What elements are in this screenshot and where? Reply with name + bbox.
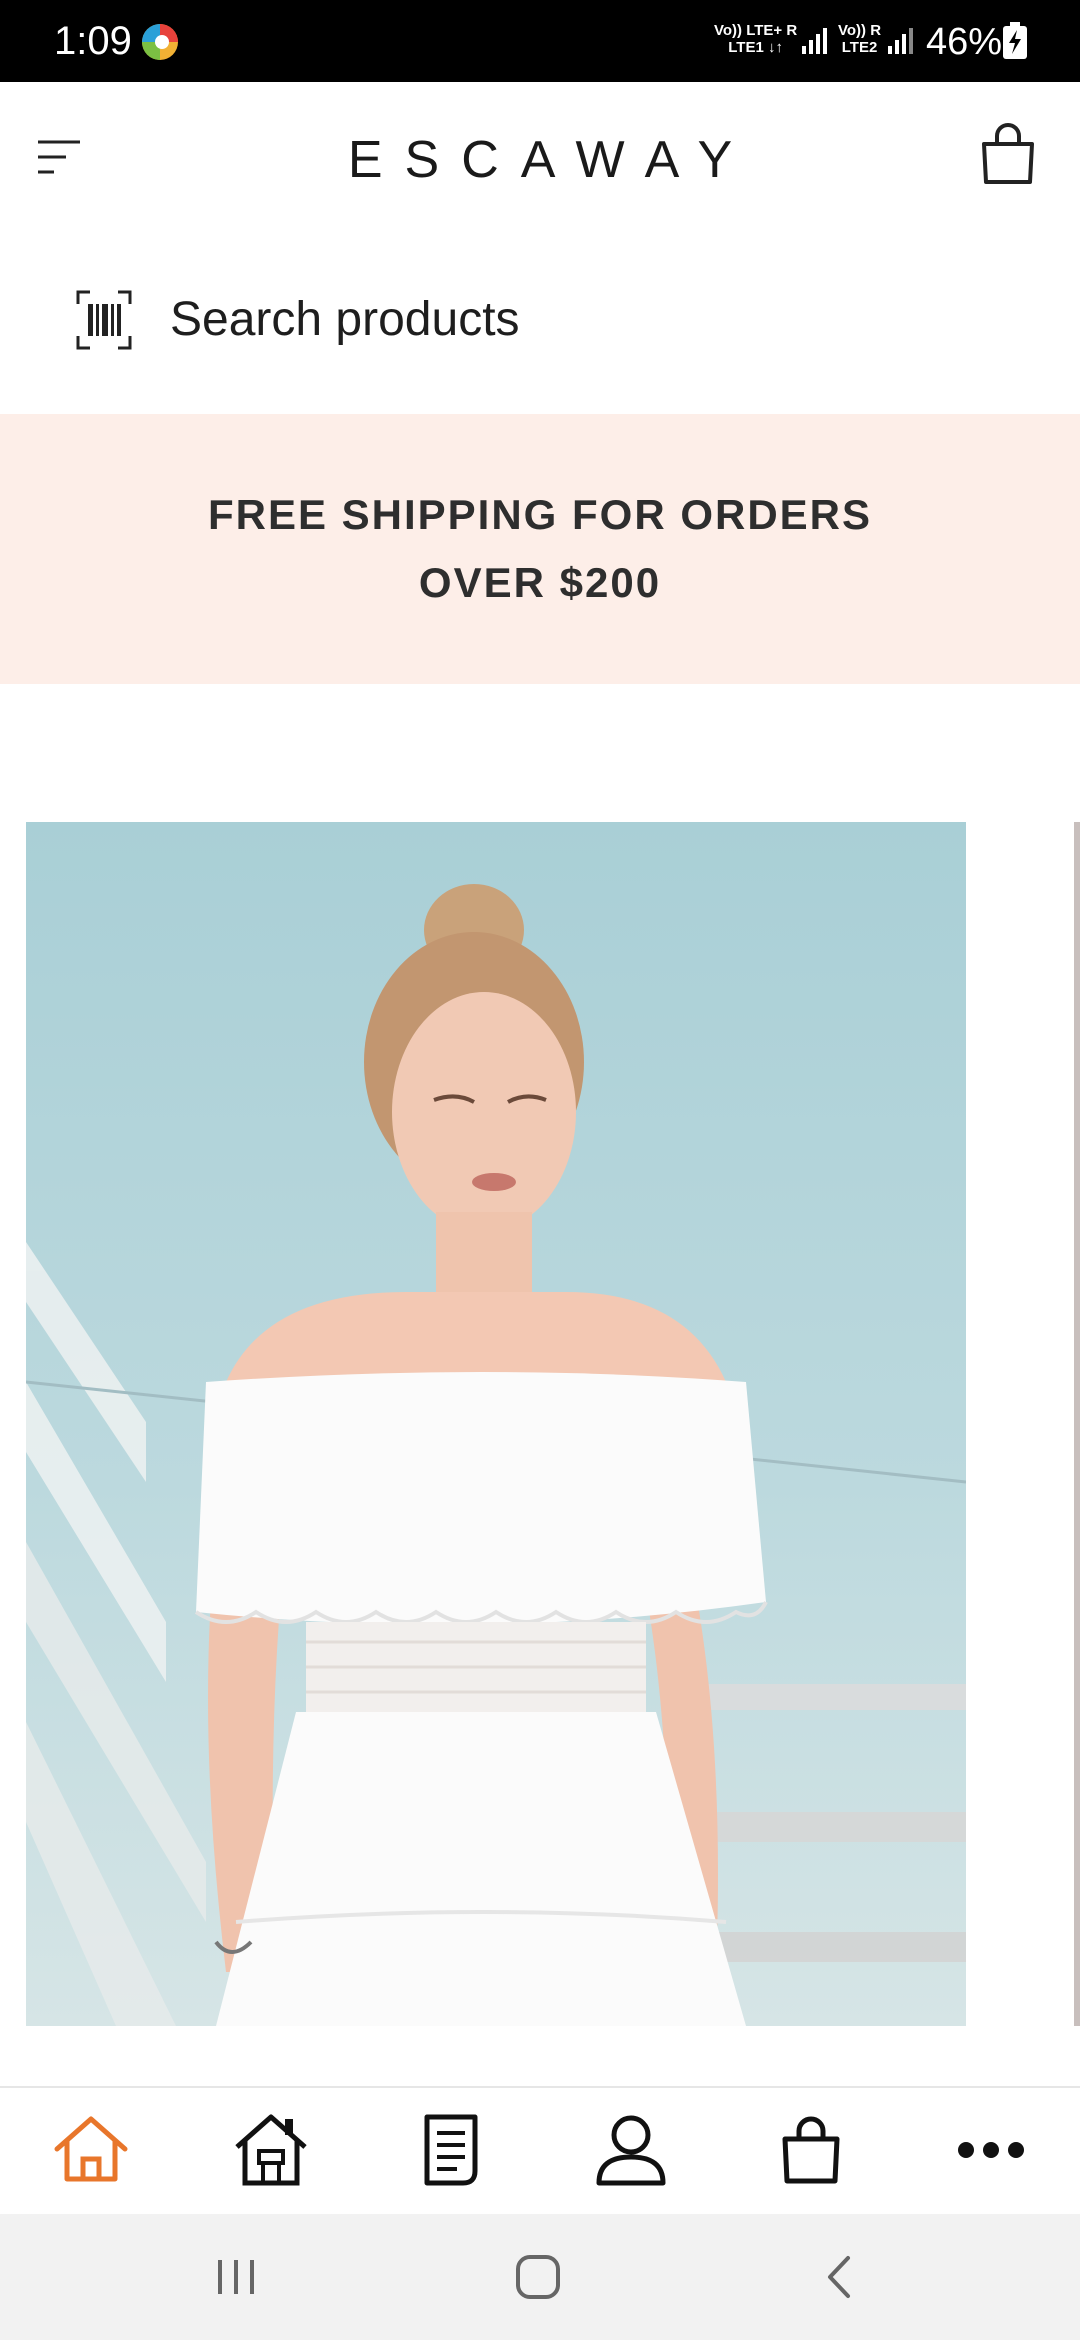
app-notification-icon xyxy=(142,24,178,60)
user-icon xyxy=(596,2115,666,2186)
sim1-top-label: Vo)) LTE+ R xyxy=(714,22,798,39)
signal-bars-icon xyxy=(888,28,913,54)
search-bar[interactable]: Search products xyxy=(0,262,1080,382)
promo-banner[interactable]: FREE SHIPPING FOR ORDERS OVER $200 xyxy=(0,414,1080,684)
sim2-bottom-label: LTE2 xyxy=(841,39,878,56)
promo-text: FREE SHIPPING FOR ORDERS OVER $200 xyxy=(207,491,873,606)
more-icon xyxy=(958,2142,1024,2158)
nav-more[interactable] xyxy=(946,2110,1036,2190)
barcode-scan-icon[interactable] xyxy=(76,290,132,350)
sim1-indicator: Vo)) LTE+ R LTE1 ↓↑ xyxy=(714,22,797,56)
back-icon[interactable] xyxy=(810,2252,870,2302)
nav-account[interactable] xyxy=(586,2110,676,2190)
shopping-bag-icon xyxy=(782,2116,840,2184)
system-navigation-bar xyxy=(0,2214,1080,2340)
nav-home[interactable] xyxy=(46,2110,136,2190)
status-bar: 1:09 Vo)) LTE+ R LTE1 ↓↑ Vo)) R LTE2 46% xyxy=(0,0,1080,82)
nav-cart[interactable] xyxy=(766,2110,856,2190)
nav-stores[interactable] xyxy=(226,2110,316,2190)
home-outline-icon xyxy=(54,2116,128,2182)
model-photo xyxy=(26,884,966,2026)
sim1-bottom-label: LTE1 ↓↑ xyxy=(728,39,783,56)
battery-charging-icon xyxy=(1003,22,1027,59)
sim2-indicator: Vo)) R LTE2 xyxy=(838,22,881,56)
signal-bars-icon xyxy=(802,28,827,54)
recents-icon[interactable] xyxy=(206,2252,266,2302)
home-icon[interactable] xyxy=(508,2252,568,2302)
bottom-navigation xyxy=(0,2086,1080,2216)
sim2-top-label: Vo)) R xyxy=(838,22,882,39)
hero-product-image[interactable] xyxy=(26,822,966,2026)
shopping-bag-icon[interactable] xyxy=(978,122,1038,186)
search-input[interactable]: Search products xyxy=(170,292,520,348)
app-header: ESCAWAY xyxy=(0,82,1080,232)
battery-percent: 46% xyxy=(926,21,1003,63)
nav-orders[interactable] xyxy=(406,2110,496,2190)
next-product-card-edge[interactable] xyxy=(1074,822,1080,2026)
store-icon xyxy=(235,2114,307,2186)
document-icon xyxy=(424,2114,478,2186)
status-time: 1:09 xyxy=(54,19,132,63)
brand-logo[interactable]: ESCAWAY xyxy=(0,130,1080,190)
